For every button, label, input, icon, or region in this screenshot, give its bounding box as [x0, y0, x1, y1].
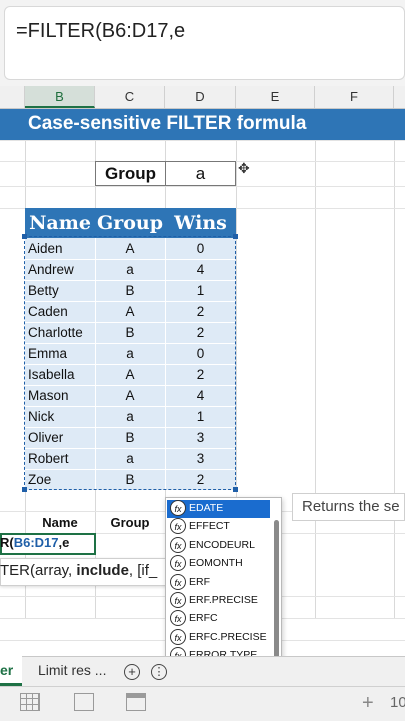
- syntax-post: , [if_: [128, 562, 158, 579]
- active-cell-formula: R(B6:D17,e: [0, 535, 69, 550]
- autocomplete-item[interactable]: fx ENCODEURL: [167, 536, 270, 555]
- sheet-title: Case-sensitive FILTER formula: [28, 113, 307, 134]
- edit-suffix: ,e: [58, 535, 70, 550]
- autocomplete-item-label: ERFC: [189, 612, 218, 625]
- formula-text: =FILTER(B6:D17,e: [16, 20, 186, 42]
- selection-handle[interactable]: [233, 234, 238, 239]
- selection-handle[interactable]: [22, 487, 27, 492]
- column-header-bar: B C D E F: [0, 86, 405, 109]
- autocomplete-item-label: EOMONTH: [189, 557, 243, 570]
- autocomplete-item-label: EDATE: [189, 502, 224, 514]
- column-header-c[interactable]: C: [95, 86, 165, 108]
- autocomplete-item[interactable]: fx EOMONTH: [167, 555, 270, 573]
- function-icon: fx: [170, 500, 186, 516]
- selection-handle[interactable]: [233, 487, 238, 492]
- status-bar: [0, 686, 405, 721]
- function-icon: fx: [170, 573, 186, 590]
- grid-line: [0, 140, 405, 141]
- select-all-corner[interactable]: [0, 86, 25, 108]
- result-header-group[interactable]: Group: [95, 513, 165, 533]
- zoom-in-icon[interactable]: +: [362, 692, 374, 715]
- autocomplete-item[interactable]: fx EFFECT: [167, 518, 270, 536]
- autocomplete-item-label: ERFC.PRECISE: [189, 630, 267, 643]
- table-header-wins[interactable]: Wins: [165, 208, 236, 238]
- autocomplete-item[interactable]: fx ERFC.PRECISE: [167, 628, 270, 647]
- autocomplete-item-label: EFFECT: [189, 520, 230, 533]
- function-icon: fx: [170, 592, 186, 608]
- table-header-name[interactable]: Name: [25, 208, 95, 238]
- table-header-group[interactable]: Group: [95, 208, 165, 238]
- page-layout-view-icon[interactable]: [74, 693, 94, 711]
- autocomplete-item[interactable]: fx ERF: [167, 573, 270, 592]
- autocomplete-item[interactable]: fx ERF.PRECISE: [167, 592, 270, 610]
- normal-view-icon[interactable]: [20, 693, 40, 711]
- autocomplete-item[interactable]: fx EDATE: [167, 500, 270, 518]
- column-header-f[interactable]: F: [315, 86, 394, 108]
- more-sheets-icon[interactable]: ⋮: [151, 664, 167, 680]
- function-icon: fx: [170, 628, 186, 645]
- range-selection-outline: [24, 236, 236, 490]
- function-icon: fx: [170, 518, 186, 535]
- autocomplete-item-label: ERF.PRECISE: [189, 594, 258, 606]
- autocomplete-item-label: ENCODEURL: [189, 538, 255, 551]
- syntax-pre: TER(array,: [0, 562, 77, 579]
- formula-input[interactable]: [4, 6, 405, 80]
- criteria-value-cell[interactable]: a: [165, 161, 236, 186]
- column-header-e[interactable]: E: [236, 86, 315, 108]
- criteria-label-cell[interactable]: Group: [95, 161, 166, 186]
- page-break-view-icon[interactable]: [126, 693, 146, 711]
- function-icon: fx: [170, 536, 186, 553]
- function-icon: fx: [170, 555, 186, 572]
- edit-range-ref: B6:D17: [13, 535, 59, 550]
- column-header-d[interactable]: D: [165, 86, 236, 108]
- selection-handle[interactable]: [22, 234, 27, 239]
- edit-prefix: R(: [0, 535, 14, 550]
- result-header-name[interactable]: Name: [25, 513, 95, 533]
- zoom-level[interactable]: 10: [390, 694, 405, 711]
- autocomplete-item-label: ERF: [189, 575, 210, 588]
- syntax-current-arg: include: [76, 562, 129, 579]
- column-header-b[interactable]: B: [25, 86, 95, 108]
- grid-line: [0, 186, 405, 187]
- cell-cursor-icon: ✥: [238, 160, 250, 176]
- function-icon: fx: [170, 610, 186, 627]
- sheet-tab-active-label: er: [0, 662, 14, 678]
- autocomplete-item[interactable]: fx ERFC: [167, 610, 270, 628]
- function-description-text: Returns the se: [302, 498, 400, 515]
- function-syntax-text: TER(array, include, [if_: [0, 562, 157, 579]
- add-sheet-icon[interactable]: +: [124, 664, 140, 680]
- sheet-tab-limit-results[interactable]: Limit res ...: [38, 662, 106, 678]
